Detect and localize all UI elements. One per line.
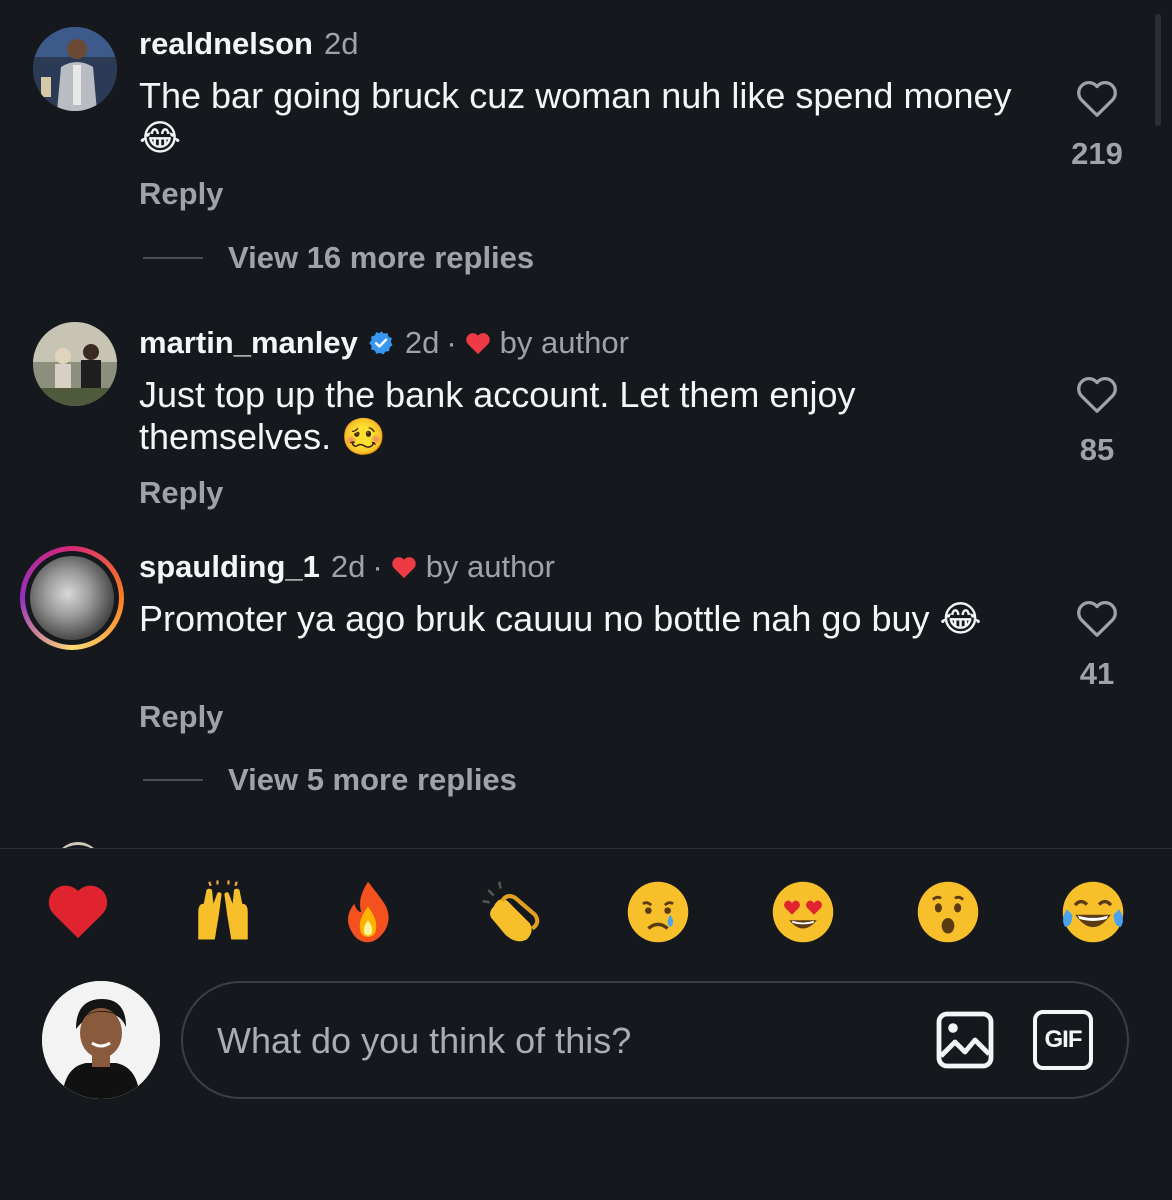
view-more-replies-label[interactable]: View 5 more replies (228, 762, 517, 798)
comment-header: spaulding_1 2d · by author (139, 549, 555, 585)
comments-list: realdnelson 2d The bar going bruck cuz w… (0, 0, 1172, 848)
crying-face-emoji-button[interactable] (625, 879, 691, 945)
avatar[interactable] (33, 322, 117, 406)
scrollbar[interactable] (1155, 14, 1161, 126)
reply-button[interactable]: Reply (139, 176, 223, 212)
heart-outline-icon[interactable] (1075, 374, 1119, 414)
heart-outline-icon[interactable] (1075, 78, 1119, 118)
like-count: 219 (1071, 136, 1123, 171)
image-picker-icon[interactable] (935, 1010, 995, 1070)
divider-line (143, 779, 203, 781)
like-button[interactable]: 85 (1060, 374, 1134, 468)
view-more-replies[interactable]: View 16 more replies (143, 240, 534, 276)
heart-filled-icon (465, 333, 490, 355)
timestamp: 2d (330, 549, 366, 584)
fire-emoji-button[interactable] (335, 879, 401, 945)
username[interactable]: martin_manley (139, 325, 358, 361)
quick-reactions-bar (0, 879, 1172, 949)
avatar-story-ring[interactable] (20, 546, 124, 650)
avatar[interactable] (30, 556, 114, 640)
reply-button[interactable]: Reply (139, 699, 223, 735)
view-more-replies-label[interactable]: View 16 more replies (228, 240, 534, 276)
like-button[interactable]: 219 (1060, 78, 1134, 172)
comment-header: martin_manley 2d · by author (139, 325, 629, 361)
like-button[interactable]: 41 (1060, 598, 1134, 692)
like-count: 41 (1079, 656, 1115, 691)
clapping-hands-emoji-button[interactable] (480, 879, 546, 945)
separator-dot: · (446, 325, 457, 360)
comment-text: Promoter ya ago bruk cauuu no bottle nah… (139, 598, 982, 639)
reply-button[interactable]: Reply (139, 475, 223, 511)
timestamp: 2d (324, 26, 359, 61)
comment-text: The bar going bruck cuz woman nuh like s… (139, 75, 1012, 158)
tears-of-joy-emoji-button[interactable] (1060, 879, 1126, 945)
liked-by-author-label: by author (499, 325, 629, 360)
surprised-face-emoji-button[interactable] (915, 879, 981, 945)
comment-text: Just top up the bank account. Let them e… (139, 374, 856, 457)
comments-screen: realdnelson 2d The bar going bruck cuz w… (0, 0, 1172, 1200)
avatar[interactable] (33, 27, 117, 111)
separator-dot: · (372, 549, 383, 584)
comment-input[interactable] (217, 1013, 917, 1069)
current-user-avatar[interactable] (42, 981, 160, 1099)
divider-line (143, 257, 203, 259)
comment-header: realdnelson 2d (139, 26, 358, 62)
comment-composer: GIF (0, 848, 1172, 1200)
heart-outline-icon[interactable] (1075, 598, 1119, 638)
view-more-replies[interactable]: View 5 more replies (143, 762, 517, 798)
username[interactable]: spaulding_1 (139, 549, 320, 585)
liked-by-author-label: by author (425, 549, 555, 584)
raising-hands-emoji-button[interactable] (190, 879, 256, 945)
username[interactable]: realdnelson (139, 26, 313, 62)
timestamp: 2d (404, 325, 440, 360)
comment-input-container[interactable]: GIF (181, 981, 1129, 1099)
red-heart-emoji-button[interactable] (45, 879, 111, 945)
gif-picker-button[interactable]: GIF (1033, 1010, 1093, 1070)
heart-filled-icon (391, 557, 416, 579)
verified-badge-icon (369, 331, 393, 355)
like-count: 85 (1079, 432, 1115, 467)
heart-eyes-emoji-button[interactable] (770, 879, 836, 945)
